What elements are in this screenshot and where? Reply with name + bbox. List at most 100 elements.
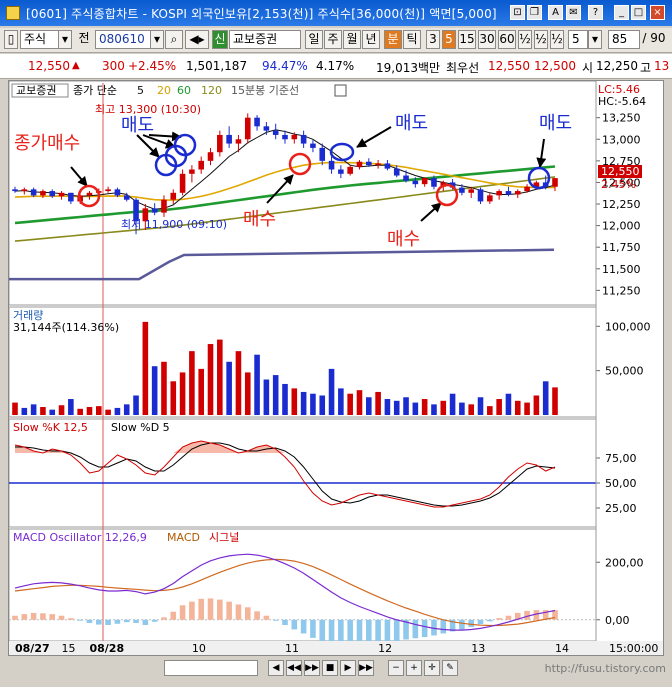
candle-body bbox=[198, 160, 204, 170]
macd-histogram-bar bbox=[310, 619, 316, 638]
macd-histogram-bar bbox=[21, 614, 28, 620]
volume-bar bbox=[207, 344, 214, 415]
volume-bar bbox=[142, 321, 149, 415]
toolbar-grip-icon[interactable]: ▯ bbox=[4, 30, 18, 49]
chevron-down-icon[interactable]: ▾ bbox=[58, 30, 72, 49]
macd-histogram-bar bbox=[68, 618, 74, 620]
volume-bar bbox=[105, 409, 111, 415]
legend-baseline: 15분봉 기준선 bbox=[231, 84, 299, 97]
interval-half-1[interactable]: ½ bbox=[518, 30, 532, 49]
tab-day[interactable]: 일 bbox=[305, 30, 323, 49]
new-listing-badge: 신 bbox=[212, 30, 228, 49]
volume-bar bbox=[356, 390, 363, 415]
horizontal-scrollbar[interactable] bbox=[164, 660, 258, 676]
zoom-out-icon[interactable]: − bbox=[388, 660, 404, 676]
volume-bar bbox=[319, 395, 326, 415]
stock-code-input[interactable]: 080610 bbox=[95, 30, 153, 49]
scroll-first-icon[interactable]: ◀ bbox=[268, 660, 284, 676]
chart-canvas[interactable]: 교보증권 종가 단순 5 20 60 120 15분봉 기준선 LC:5.46 … bbox=[8, 80, 663, 655]
price-change-pct: +2.45% bbox=[128, 59, 177, 73]
candle-body bbox=[40, 191, 46, 196]
play-icon[interactable]: ▶ bbox=[340, 660, 356, 676]
print-icon[interactable]: ✉ bbox=[566, 5, 581, 20]
volume-bar bbox=[440, 400, 447, 415]
chevron-down-icon[interactable]: ▾ bbox=[150, 30, 164, 49]
candle-body bbox=[552, 178, 558, 187]
candle-body bbox=[384, 163, 391, 169]
current-price-label: 12,550 bbox=[601, 165, 640, 178]
close-button[interactable]: × bbox=[650, 5, 665, 20]
legend-ma20: 20 bbox=[157, 84, 171, 97]
volume-bar bbox=[459, 402, 465, 415]
x-axis-label: 14 bbox=[555, 642, 569, 655]
best-quote-label: 최우선 bbox=[446, 61, 480, 75]
drawing-tool-icon[interactable]: ✎ bbox=[442, 660, 458, 676]
volume-bar bbox=[170, 381, 177, 415]
tab-tick[interactable]: 틱 bbox=[403, 30, 421, 49]
maximize-button[interactable]: □ bbox=[631, 5, 646, 20]
candle-body bbox=[505, 191, 512, 195]
candle-body bbox=[403, 175, 409, 181]
volume-bar bbox=[86, 407, 93, 415]
interval-15[interactable]: 15 bbox=[458, 30, 476, 49]
volume-bar bbox=[384, 399, 391, 415]
volume-bar bbox=[49, 409, 56, 415]
macd-histogram-bar bbox=[40, 613, 46, 620]
candle-body bbox=[254, 117, 260, 127]
candle-body bbox=[151, 208, 158, 213]
interval-half-3[interactable]: ½ bbox=[550, 30, 564, 49]
macd-histogram-bar bbox=[254, 611, 260, 620]
volume-bar bbox=[40, 407, 46, 415]
volume-bar bbox=[393, 400, 400, 415]
interval-select[interactable]: 5 bbox=[568, 30, 588, 49]
tab-month[interactable]: 월 bbox=[343, 30, 361, 49]
macd-histogram-bar bbox=[384, 619, 391, 643]
stop-icon[interactable]: ■ bbox=[322, 660, 338, 676]
font-button[interactable]: A bbox=[548, 5, 563, 20]
price-tick-label: 12,250 bbox=[602, 198, 641, 211]
volume-bar bbox=[114, 407, 121, 415]
crosshair-icon[interactable]: ✛ bbox=[424, 660, 440, 676]
scroll-last-icon[interactable]: ▶▶ bbox=[358, 660, 374, 676]
count-input[interactable]: 85 bbox=[608, 30, 640, 49]
volume-bar bbox=[505, 393, 512, 415]
minimize-button[interactable]: _ bbox=[614, 5, 629, 20]
interval-60[interactable]: 60 bbox=[498, 30, 516, 49]
chevron-down-icon[interactable]: ▾ bbox=[588, 30, 602, 49]
interval-5[interactable]: 5 bbox=[442, 30, 456, 49]
pin-icon[interactable]: ⊡ bbox=[510, 5, 525, 20]
search-icon[interactable]: ⌕ bbox=[165, 30, 183, 49]
volume-bar bbox=[21, 407, 28, 415]
macd-histogram-bar bbox=[487, 619, 493, 622]
zoom-in-icon[interactable]: + bbox=[406, 660, 422, 676]
annotation-buy-1: 매수 bbox=[243, 209, 276, 230]
tab-minute[interactable]: 분 bbox=[384, 30, 402, 49]
scroll-next-page-icon[interactable]: ▶▶ bbox=[304, 660, 320, 676]
volume-bar bbox=[542, 381, 549, 415]
copy-icon[interactable]: ❐ bbox=[527, 5, 542, 20]
chart-area[interactable]: 교보증권 종가 단순 5 20 60 120 15분봉 기준선 LC:5.46 … bbox=[8, 80, 664, 656]
macd-histogram-bar bbox=[198, 598, 204, 620]
price-change: 300 bbox=[102, 59, 125, 73]
candle-body bbox=[375, 163, 381, 166]
interval-3[interactable]: 3 bbox=[426, 30, 440, 49]
sound-icon[interactable]: ◀▸ bbox=[185, 30, 209, 49]
macd-histogram-bar bbox=[328, 619, 335, 644]
macd-histogram-bar bbox=[86, 619, 93, 623]
volume-bar bbox=[179, 372, 186, 415]
macd-histogram-bar bbox=[77, 619, 83, 621]
tab-week[interactable]: 주 bbox=[324, 30, 342, 49]
macd-histogram-bar bbox=[226, 601, 232, 620]
candle-body bbox=[68, 192, 74, 202]
x-axis-label: 13 bbox=[471, 642, 485, 655]
interval-30[interactable]: 30 bbox=[478, 30, 496, 49]
volume-bar bbox=[235, 351, 242, 415]
scroll-prev-page-icon[interactable]: ◀◀ bbox=[286, 660, 302, 676]
macd-histogram-bar bbox=[468, 619, 474, 627]
volume-bar bbox=[189, 351, 195, 415]
help-button[interactable]: ? bbox=[588, 5, 603, 20]
legend-ma5: 5 bbox=[137, 84, 144, 97]
tab-year[interactable]: 년 bbox=[362, 30, 380, 49]
interval-half-2[interactable]: ½ bbox=[534, 30, 548, 49]
macd-histogram-bar bbox=[375, 619, 381, 644]
